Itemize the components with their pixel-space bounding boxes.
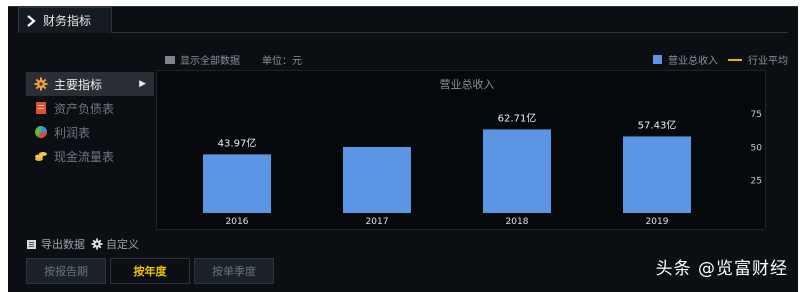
customize-label: 自定义 <box>106 238 139 251</box>
revenue-bar-chart: 营业总收入 25 50 75 43.97亿 2016 2017 62.71亿 2018 57.43… <box>203 77 763 227</box>
gear-icon <box>34 77 48 91</box>
export-label: 导出数据 <box>41 238 85 251</box>
sidebar-item-balance-sheet[interactable]: 资产负债表 <box>26 96 154 120</box>
chart-legend: 营业总收入 行业平均 <box>653 52 788 67</box>
bar-2018 <box>483 129 551 213</box>
title-divider <box>112 32 788 33</box>
watermark-text: 头条 @览富财经 <box>655 259 788 279</box>
sidebar-item-main-indicators[interactable]: 主要指标 ▶ <box>26 72 154 96</box>
legend-revenue-label: 营业总收入 <box>668 56 718 67</box>
sidebar-item-income-statement[interactable]: 利润表 <box>26 120 154 144</box>
bar-2017 <box>343 147 411 213</box>
export-data-button[interactable]: 导出数据 <box>26 236 85 252</box>
gear-icon <box>91 238 103 250</box>
sidebar-item-label: 利润表 <box>54 125 91 140</box>
data-label: 62.71亿 <box>498 111 537 124</box>
y-tick-label: 25 <box>751 177 762 187</box>
show-all-label[interactable]: 显示全部数据 <box>180 52 240 67</box>
chart-tools: 导出数据 自定义 <box>26 236 145 252</box>
export-icon <box>27 240 36 249</box>
unit-label: 单位：元 <box>262 56 302 67</box>
x-tick-label: 2016 <box>226 217 249 227</box>
x-tick-label: 2019 <box>646 217 669 227</box>
period-tabs: 按报告期 按年度 按单季度 <box>26 258 278 284</box>
legend-revenue-swatch <box>653 55 662 64</box>
chart-options-bar: 显示全部数据 单位：元 <box>165 52 302 67</box>
section-title-tab[interactable]: 财务指标 <box>18 7 112 33</box>
data-label: 43.97亿 <box>218 136 257 149</box>
section-title: 财务指标 <box>43 14 92 28</box>
x-tick-label: 2018 <box>506 217 529 227</box>
legend-average-swatch <box>728 58 742 61</box>
y-tick-label: 75 <box>751 110 762 120</box>
bar-2016 <box>203 154 271 213</box>
pie-icon <box>34 126 47 139</box>
tab-by-quarter[interactable]: 按单季度 <box>194 258 274 284</box>
indicator-sidebar: 主要指标 ▶ 资产负债表 利润表 现金流量表 <box>26 72 154 168</box>
coins-icon <box>35 152 47 161</box>
bar-2019 <box>623 136 691 213</box>
sidebar-item-label: 主要指标 <box>54 77 103 92</box>
chevron-right-icon <box>27 14 36 27</box>
sidebar-item-label: 资产负债表 <box>54 101 115 116</box>
tab-by-year[interactable]: 按年度 <box>110 258 190 284</box>
chart-panel: 营业总收入 25 50 75 43.97亿 2016 2017 62.71亿 2018 57.43… <box>156 70 766 230</box>
data-label: 57.43亿 <box>638 118 677 131</box>
legend-average-label: 行业平均 <box>748 56 788 67</box>
sidebar-item-label: 现金流量表 <box>54 149 115 164</box>
show-all-checkbox[interactable] <box>165 55 175 64</box>
sidebar-item-cash-flow[interactable]: 现金流量表 <box>26 144 154 168</box>
triangle-right-icon: ▶ <box>139 79 146 89</box>
y-tick-label: 50 <box>751 143 763 153</box>
x-tick-label: 2017 <box>366 217 389 227</box>
customize-button[interactable]: 自定义 <box>91 236 139 252</box>
chart-title: 营业总收入 <box>440 77 495 91</box>
document-icon <box>36 102 46 114</box>
tab-by-report-period[interactable]: 按报告期 <box>26 258 106 284</box>
